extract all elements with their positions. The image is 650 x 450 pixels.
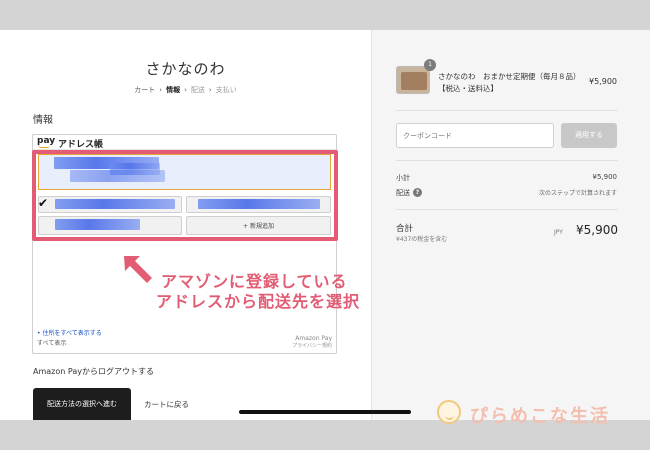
breadcrumb-info: 情報 <box>166 86 181 94</box>
apply-coupon-button[interactable]: 適用する <box>561 123 617 148</box>
subtotal-value: ¥5,900 <box>592 173 618 181</box>
divider <box>396 160 618 161</box>
show-all-addresses-link[interactable]: • 住所をすべて表示する <box>37 328 102 337</box>
divider <box>396 110 618 111</box>
breadcrumb-payment: 支払い <box>215 86 237 94</box>
chevron-right-icon: › <box>208 86 212 94</box>
quantity-badge: 1 <box>424 59 436 71</box>
breadcrumb-cart[interactable]: カート <box>134 85 155 95</box>
watermark-face-icon <box>437 400 461 424</box>
amazon-smile-icon <box>38 145 50 148</box>
top-bezel <box>0 0 650 30</box>
back-to-cart-link[interactable]: カートに戻る <box>144 399 189 410</box>
help-icon[interactable]: ? <box>413 188 422 197</box>
tax-note: ¥437の税金を含む <box>396 236 448 243</box>
continue-to-shipping-button[interactable]: 配送方法の選択へ進む <box>33 388 131 420</box>
breadcrumb: カート › 情報 › 配送 › 支払い <box>0 85 371 95</box>
annotation-line-2: アドレスから配送先を選択 <box>156 292 361 311</box>
total-value: ¥5,900 <box>576 223 618 237</box>
watermark-text: ぴらめこな生活 <box>470 406 610 427</box>
store-title: さかなのわ <box>145 60 226 78</box>
amazon-pay-logout-link[interactable]: Amazon Payからログアウトする <box>33 366 154 377</box>
subtotal-label: 小計 <box>396 174 410 182</box>
product-name: さかなのわ おまかせ定期便（毎月８品）【税込・送料込】 <box>438 72 577 93</box>
product-thumbnail <box>396 66 430 94</box>
home-indicator[interactable] <box>239 410 411 414</box>
section-title: 情報 <box>33 115 53 126</box>
chevron-right-icon: › <box>159 86 163 94</box>
coupon-code-input[interactable] <box>396 123 554 148</box>
amazon-pay-brand: Amazon Pay <box>295 335 332 342</box>
total-label: 合計 <box>396 224 414 234</box>
breadcrumb-shipping: 配送 <box>190 86 205 94</box>
product-price: ¥5,900 <box>589 77 617 86</box>
privacy-link[interactable]: プライバシー規約 <box>270 342 332 349</box>
shipping-label: 配送 <box>396 189 410 197</box>
chevron-right-icon: › <box>184 86 187 94</box>
shipping-value: 次のステップで計算されます <box>538 190 617 197</box>
currency-code: JPY <box>554 229 563 236</box>
annotation-highlight-box <box>32 150 338 241</box>
arrow-up-left-icon <box>124 256 152 283</box>
show-all-text: すべて表示 <box>37 340 67 347</box>
divider <box>396 209 618 210</box>
